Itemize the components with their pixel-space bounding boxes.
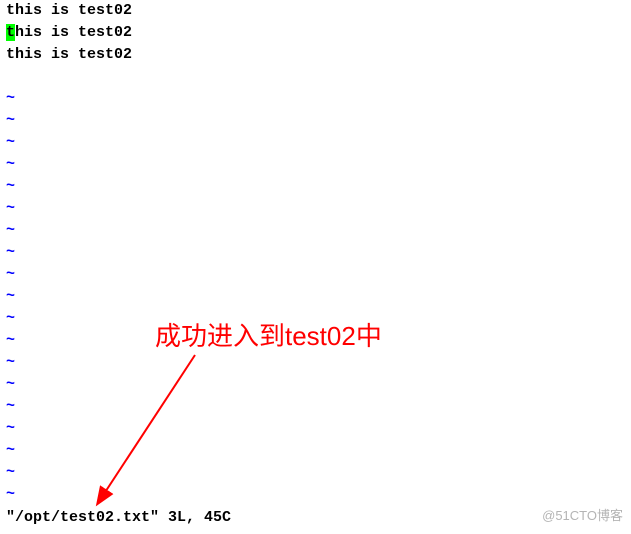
tilde-line: ~ bbox=[6, 220, 626, 242]
tilde-line: ~ bbox=[6, 110, 626, 132]
tilde-line: ~ bbox=[6, 154, 626, 176]
text-line: this is test02 bbox=[6, 0, 626, 22]
text-line: this is test02 bbox=[6, 44, 626, 66]
tilde-line: ~ bbox=[6, 286, 626, 308]
tilde-line: ~ bbox=[6, 352, 626, 374]
status-line: "/opt/test02.txt" 3L, 45C bbox=[6, 509, 231, 526]
tilde-line: ~ bbox=[6, 176, 626, 198]
tilde-line: ~ bbox=[6, 198, 626, 220]
text-line: this is test02 bbox=[6, 22, 626, 44]
tilde-line: ~ bbox=[6, 484, 626, 506]
empty-line bbox=[6, 66, 626, 88]
tilde-line: ~ bbox=[6, 440, 626, 462]
cursor: t bbox=[6, 24, 15, 41]
line-content-rest: his is test02 bbox=[15, 24, 132, 41]
tilde-line: ~ bbox=[6, 242, 626, 264]
tilde-line: ~ bbox=[6, 88, 626, 110]
tilde-line: ~ bbox=[6, 264, 626, 286]
line-content: this is test02 bbox=[6, 2, 132, 19]
tilde-line: ~ bbox=[6, 374, 626, 396]
annotation-text: 成功进入到test02中 bbox=[155, 316, 382, 353]
watermark: @51CTO博客 bbox=[542, 505, 623, 524]
tilde-line: ~ bbox=[6, 462, 626, 484]
tilde-line: ~ bbox=[6, 418, 626, 440]
tilde-line: ~ bbox=[6, 132, 626, 154]
tilde-line: ~ bbox=[6, 396, 626, 418]
editor-buffer: this is test02 this is test02 this is te… bbox=[6, 0, 626, 506]
line-content: this is test02 bbox=[6, 46, 132, 63]
